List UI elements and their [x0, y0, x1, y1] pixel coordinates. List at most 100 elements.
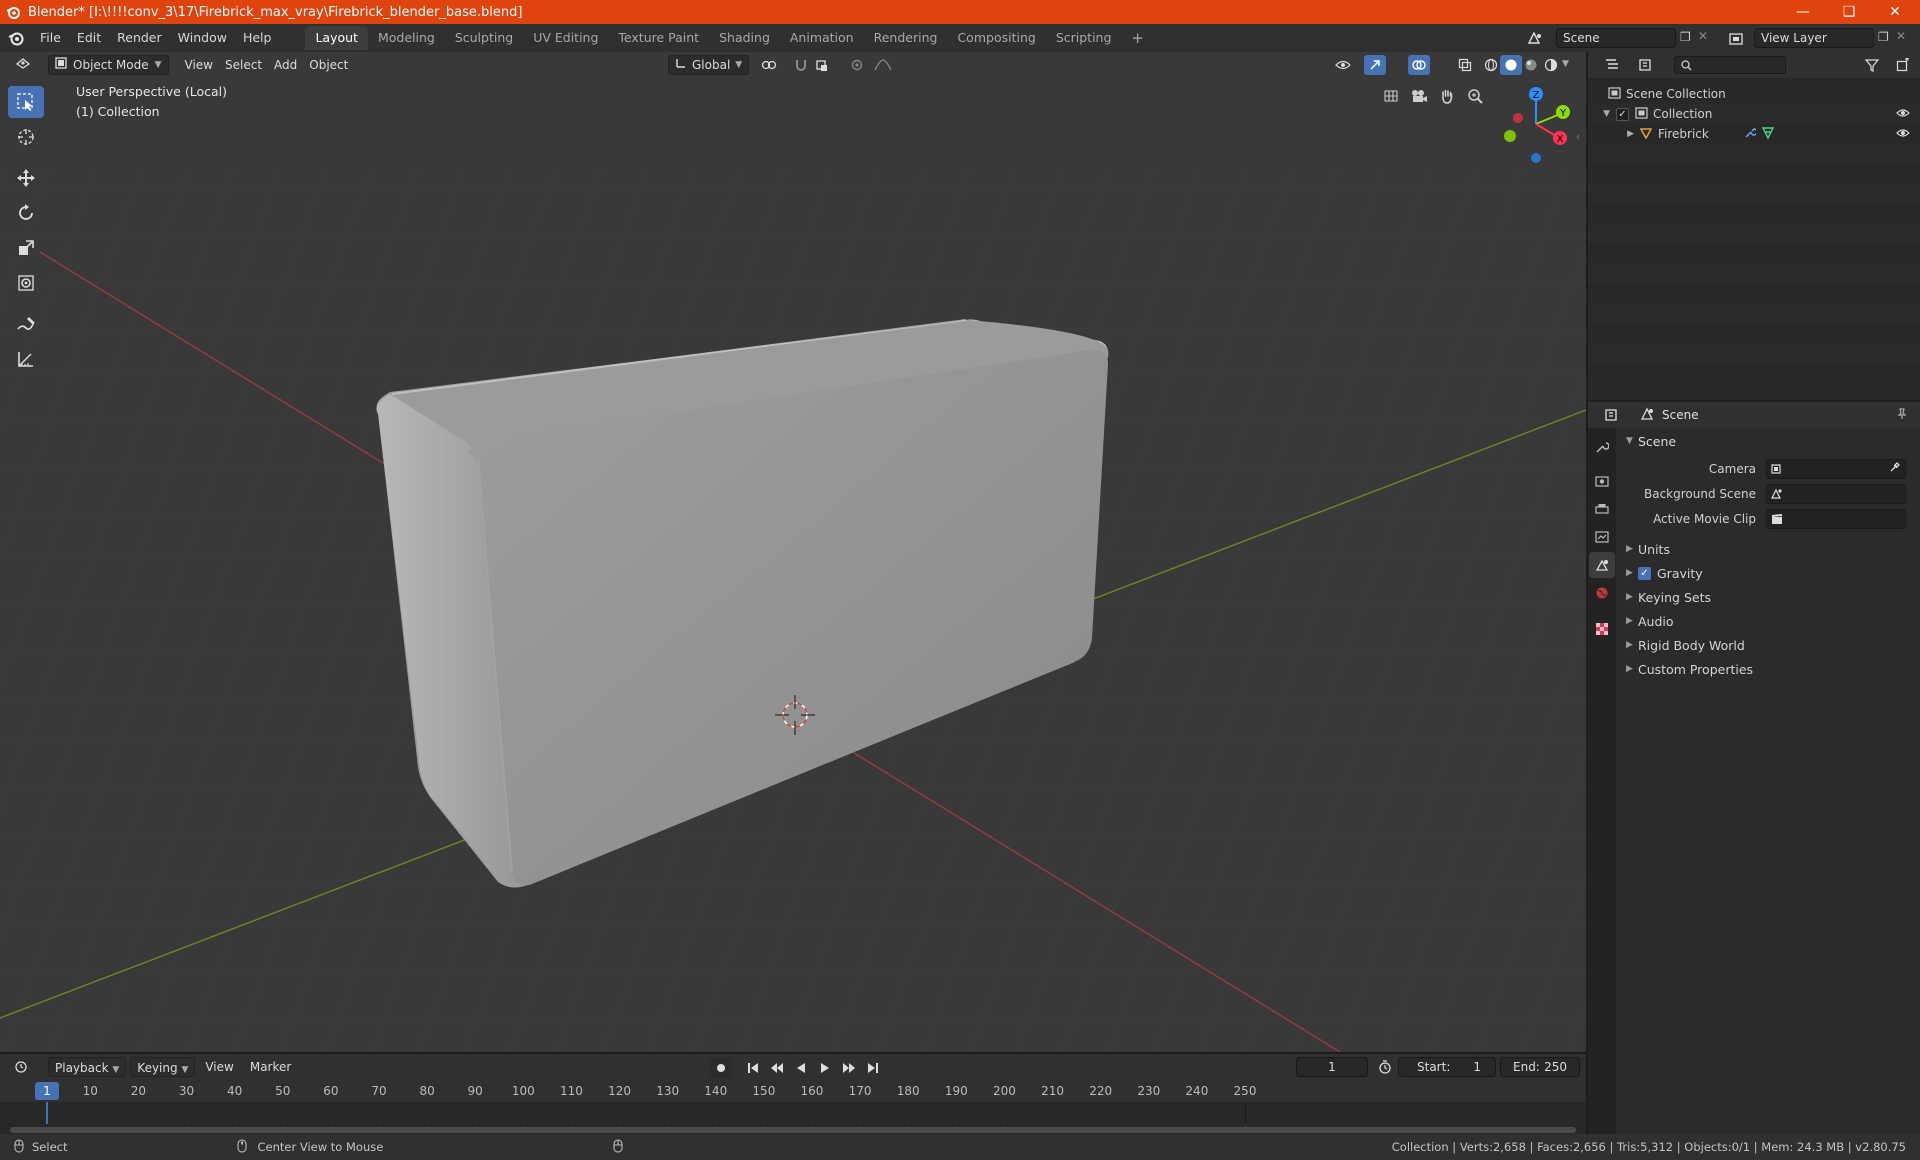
tool-annotate[interactable]: [8, 308, 44, 340]
editor-type-icon[interactable]: [8, 55, 40, 75]
tab-modeling[interactable]: Modeling: [368, 26, 445, 50]
tab-rendering[interactable]: Rendering: [864, 26, 948, 50]
viewport-menu-view[interactable]: View: [179, 55, 219, 75]
shading-material-icon[interactable]: [1520, 55, 1542, 75]
outliner-row-firebrick[interactable]: ▶ Firebrick: [1588, 124, 1920, 144]
record-button[interactable]: [710, 1058, 732, 1078]
viewport-overlays-icon[interactable]: [1408, 55, 1430, 75]
timeline-playhead[interactable]: 1: [35, 1082, 59, 1100]
menu-render[interactable]: Render: [109, 27, 170, 49]
tab-scene-properties[interactable]: [1589, 552, 1615, 578]
shading-wireframe-icon[interactable]: [1480, 55, 1502, 75]
tool-measure[interactable]: [8, 343, 44, 375]
play-reverse-icon[interactable]: [790, 1058, 812, 1078]
outliner-row-scene-collection[interactable]: Scene Collection: [1588, 84, 1920, 104]
transform-orientation-dropdown[interactable]: Global ▼: [668, 55, 750, 75]
timeline-menu-marker[interactable]: Marker: [244, 1057, 297, 1077]
tab-uv-editing[interactable]: UV Editing: [523, 26, 608, 50]
gizmo-neg-z-axis[interactable]: [1531, 153, 1541, 163]
view-layer-field[interactable]: View Layer: [1754, 28, 1874, 48]
viewport-canvas[interactable]: Z Y X: [0, 52, 1586, 1052]
3d-viewport[interactable]: Z Y X Object Mode ▼ View Select Add Obje…: [0, 52, 1586, 1052]
tab-tool-properties[interactable]: [1589, 434, 1615, 460]
maximize-button[interactable]: ❑: [1826, 0, 1872, 24]
gizmo-neg-x-axis[interactable]: [1513, 113, 1523, 123]
jump-to-keyframe-forward-icon[interactable]: [838, 1058, 860, 1078]
panel-header-units[interactable]: ▶ Units: [1618, 537, 1920, 561]
jump-to-end-icon[interactable]: [862, 1058, 884, 1078]
background-scene-field[interactable]: [1766, 483, 1906, 504]
playback-dropdown[interactable]: Playback ▼: [48, 1057, 127, 1077]
panel-header-rigid-body-world[interactable]: ▶ Rigid Body World: [1618, 633, 1920, 657]
panel-header-gravity[interactable]: ▶ ✓ Gravity: [1618, 561, 1920, 585]
delete-scene-icon[interactable]: ✕: [1698, 29, 1708, 43]
shading-rendered-icon[interactable]: [1540, 55, 1562, 75]
menu-edit[interactable]: Edit: [69, 27, 109, 49]
tool-rotate[interactable]: [8, 197, 44, 229]
tab-shading[interactable]: Shading: [709, 26, 780, 50]
tab-texture-paint[interactable]: Texture Paint: [608, 26, 709, 50]
gizmo-neg-y-axis[interactable]: [1504, 130, 1516, 142]
pan-hand-icon[interactable]: [1436, 86, 1458, 106]
new-scene-icon[interactable]: ❐: [1680, 30, 1691, 44]
jump-to-start-icon[interactable]: [742, 1058, 764, 1078]
tab-scripting[interactable]: Scripting: [1046, 26, 1122, 50]
tool-scale[interactable]: [8, 232, 44, 264]
timeline-menu-view[interactable]: View: [199, 1057, 239, 1077]
active-movie-clip-field[interactable]: [1766, 508, 1906, 529]
timeline-ruler[interactable]: 10 20 30 40 50 60 70 80 90 100 110 120 130 140 150 160 1…: [0, 1080, 1586, 1126]
menu-window[interactable]: Window: [170, 27, 235, 49]
mesh-data-icon[interactable]: [1761, 126, 1775, 142]
play-icon[interactable]: [814, 1058, 836, 1078]
exclude-checkbox[interactable]: ✓: [1616, 107, 1629, 121]
chevron-down-icon[interactable]: ▼: [1562, 59, 1569, 69]
toggle-xray-icon[interactable]: [1454, 55, 1476, 75]
expand-triangle-icon[interactable]: ▼: [1588, 109, 1616, 119]
tool-cursor[interactable]: [8, 121, 44, 153]
view-layer-icon[interactable]: [1726, 29, 1748, 49]
eyedropper-icon[interactable]: [1889, 461, 1901, 476]
snap-target-icon[interactable]: [812, 55, 834, 75]
expand-triangle-icon[interactable]: ▶: [1588, 129, 1640, 139]
pivot-point-icon[interactable]: [758, 55, 780, 75]
tab-layout[interactable]: Layout: [305, 26, 368, 50]
panel-header-keying-sets[interactable]: ▶ Keying Sets: [1618, 585, 1920, 609]
minimize-button[interactable]: —: [1780, 0, 1826, 24]
filter-icon[interactable]: [1862, 55, 1884, 75]
outliner-search-input[interactable]: [1674, 56, 1786, 74]
current-frame-field[interactable]: 1: [1296, 1057, 1368, 1077]
camera-field[interactable]: [1766, 458, 1906, 479]
new-collection-icon[interactable]: [1892, 55, 1914, 75]
panel-header-scene[interactable]: ▼ Scene: [1618, 430, 1920, 452]
toggle-perspective-icon[interactable]: [1380, 86, 1402, 106]
object-mode-dropdown[interactable]: Object Mode ▼: [48, 55, 169, 75]
modifier-wrench-icon[interactable]: [1744, 127, 1758, 142]
visibility-eye-icon[interactable]: [1896, 107, 1910, 121]
viewport-gizmos-icon[interactable]: [1364, 55, 1386, 75]
menu-help[interactable]: Help: [235, 27, 280, 49]
panel-header-audio[interactable]: ▶ Audio: [1618, 609, 1920, 633]
shading-solid-icon[interactable]: [1500, 55, 1522, 75]
panel-header-custom-properties[interactable]: ▶ Custom Properties: [1618, 657, 1920, 681]
camera-view-icon[interactable]: [1408, 86, 1430, 106]
preview-range-icon[interactable]: [1374, 1057, 1396, 1077]
start-frame-field[interactable]: Start: 1: [1398, 1057, 1496, 1077]
delete-view-layer-icon[interactable]: ✕: [1896, 29, 1906, 43]
timeline-track-area[interactable]: [0, 1102, 1586, 1124]
pin-icon[interactable]: [1896, 407, 1908, 423]
properties-editor-type-icon[interactable]: [1598, 405, 1628, 425]
outliner-editor-type-icon[interactable]: [1598, 55, 1628, 75]
tab-output-properties[interactable]: [1589, 496, 1615, 522]
keying-dropdown[interactable]: Keying ▼: [130, 1057, 196, 1077]
add-workspace-icon[interactable]: +: [1121, 26, 1154, 50]
object-type-visibility-icon[interactable]: [1332, 55, 1354, 75]
gravity-checkbox[interactable]: ✓: [1638, 566, 1651, 580]
viewport-menu-add[interactable]: Add: [268, 55, 303, 75]
outliner-row-collection[interactable]: ▼ ✓ Collection: [1588, 104, 1920, 124]
tool-select-box[interactable]: [8, 86, 44, 118]
proportional-falloff-icon[interactable]: [872, 55, 894, 75]
tab-world-properties[interactable]: [1589, 580, 1615, 606]
menu-file[interactable]: File: [32, 27, 69, 49]
close-button[interactable]: ✕: [1872, 0, 1918, 24]
timeline-scrollbar[interactable]: [10, 1127, 1576, 1133]
